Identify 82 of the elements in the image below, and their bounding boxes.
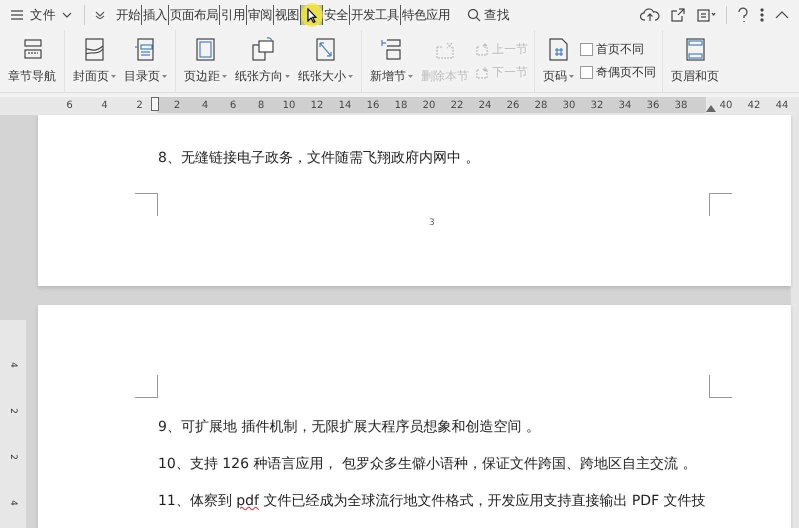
ribbon-button[interactable]: 封面页 bbox=[71, 34, 118, 88]
ruler-number: 10 bbox=[282, 100, 296, 110]
ruler-number: 16 bbox=[366, 100, 380, 110]
ruler-number: 18 bbox=[394, 100, 408, 110]
ruler-number: 2 bbox=[135, 100, 144, 110]
paragraph: 11、体察到 pdf 文件已经成为全球流行地文件格式，开发应用支持直接输出 PDF 文件技 bbox=[158, 492, 707, 510]
margin-corner-mark bbox=[709, 375, 732, 398]
screen-layout-icon[interactable] bbox=[696, 7, 716, 23]
ruler-number: 22 bbox=[450, 100, 464, 110]
ruler-number: 34 bbox=[618, 100, 632, 110]
ruler-number: 20 bbox=[422, 100, 436, 110]
collapse-icon[interactable] bbox=[775, 10, 789, 20]
page-number: 3 bbox=[429, 218, 435, 228]
ribbon-button[interactable]: 纸张方向 bbox=[233, 34, 292, 88]
ruler-number: 12 bbox=[310, 100, 324, 110]
margin-corner-mark bbox=[135, 375, 158, 398]
help-icon[interactable] bbox=[737, 7, 749, 23]
ruler-number: 36 bbox=[646, 100, 660, 110]
indent-marker[interactable] bbox=[151, 97, 159, 111]
ruler-number: 8 bbox=[256, 100, 266, 110]
margin-corner-mark bbox=[709, 193, 732, 216]
paragraph: 10、支持 126 种语言应用， 包罗众多生僻小语种，保证文件跨国、跨地区自主交流 。 bbox=[158, 455, 698, 473]
ruler-number: 42 bbox=[746, 100, 762, 110]
section-up-icon bbox=[475, 42, 489, 56]
cloud-upload-icon[interactable] bbox=[640, 7, 660, 23]
menu-tab[interactable]: 审阅 bbox=[247, 5, 274, 25]
ribbon-button[interactable]: 目录页 bbox=[122, 34, 169, 88]
paragraph: 9、可扩展地 插件机制，无限扩展大程序员想象和创造空间 。 bbox=[158, 418, 541, 436]
ruler-number: 4 bbox=[100, 100, 109, 110]
mouse-cursor-icon bbox=[307, 8, 317, 22]
ruler-number: 38 bbox=[674, 100, 688, 110]
ruler-number: 44 bbox=[774, 100, 790, 110]
menu-tab[interactable]: 安全 bbox=[323, 5, 350, 25]
chevron-down-icon bbox=[62, 11, 72, 19]
ruler-number: 32 bbox=[590, 100, 604, 110]
dropdown-arrow-icon bbox=[285, 75, 290, 78]
ruler-number: 24 bbox=[478, 100, 492, 110]
ribbon-button[interactable]: 页眉和页 bbox=[669, 34, 721, 88]
checkbox-option[interactable]: 首页不同 bbox=[580, 41, 656, 58]
menu-tab[interactable]: 特色应用 bbox=[401, 5, 451, 25]
dropdown-arrow-icon bbox=[569, 75, 574, 78]
checkbox-option[interactable]: 奇偶页不同 bbox=[580, 64, 656, 81]
chevron-down-icon bbox=[95, 11, 105, 19]
paragraph: 8、无缝链接电子政务，文件随需飞翔政府内网中 。 bbox=[158, 149, 480, 167]
ribbon-button[interactable]: 新增节 bbox=[368, 34, 415, 88]
menu-tab[interactable]: 开始 bbox=[115, 5, 142, 25]
more-icon[interactable] bbox=[759, 7, 765, 23]
dropdown-arrow-icon bbox=[222, 75, 227, 78]
ribbon-button[interactable]: 页码 bbox=[541, 34, 576, 88]
file-menu-button[interactable]: 文件 bbox=[0, 2, 80, 28]
ruler-number: 30 bbox=[562, 100, 576, 110]
menu-icon bbox=[10, 9, 24, 21]
dropdown-arrow-icon bbox=[162, 75, 167, 78]
ruler-number: 2 bbox=[8, 454, 18, 460]
ruler-number: 40 bbox=[718, 100, 734, 110]
section-down-icon bbox=[475, 66, 489, 80]
dropdown-arrow-icon bbox=[408, 75, 413, 78]
ruler-number: 2 bbox=[172, 100, 182, 110]
ruler-number: 4 bbox=[8, 362, 18, 368]
ruler-number: 26 bbox=[506, 100, 520, 110]
ribbon-button[interactable]: 章节导航 bbox=[6, 34, 58, 88]
page-orientation-icon bbox=[250, 37, 275, 62]
menu-tab[interactable]: 页面布局 bbox=[169, 5, 220, 25]
ruler-number: 2 bbox=[8, 408, 18, 414]
scrollbar[interactable] bbox=[791, 115, 799, 528]
ruler-number: 6 bbox=[65, 100, 74, 110]
ruler-number: 4 bbox=[200, 100, 210, 110]
ruler-number: 4 bbox=[8, 500, 18, 506]
menu-tab[interactable]: 开发工具 bbox=[350, 5, 401, 25]
search-icon bbox=[467, 8, 481, 22]
margin-corner-mark bbox=[135, 193, 158, 216]
share-icon[interactable] bbox=[670, 7, 686, 23]
menu-tab[interactable]: 引用 bbox=[220, 5, 247, 25]
ribbon-button[interactable]: 页边距 bbox=[182, 34, 229, 88]
ribbon-button[interactable]: 纸张大小 bbox=[296, 34, 355, 88]
dropdown-arrow-icon bbox=[111, 75, 116, 78]
ruler-number: 6 bbox=[228, 100, 238, 110]
ruler-number: 14 bbox=[338, 100, 352, 110]
menu-tab[interactable]: 插入 bbox=[142, 5, 169, 25]
search-button[interactable]: 查找 bbox=[467, 6, 510, 24]
ruler-number: 28 bbox=[534, 100, 548, 110]
dropdown-arrow-icon bbox=[348, 75, 353, 78]
